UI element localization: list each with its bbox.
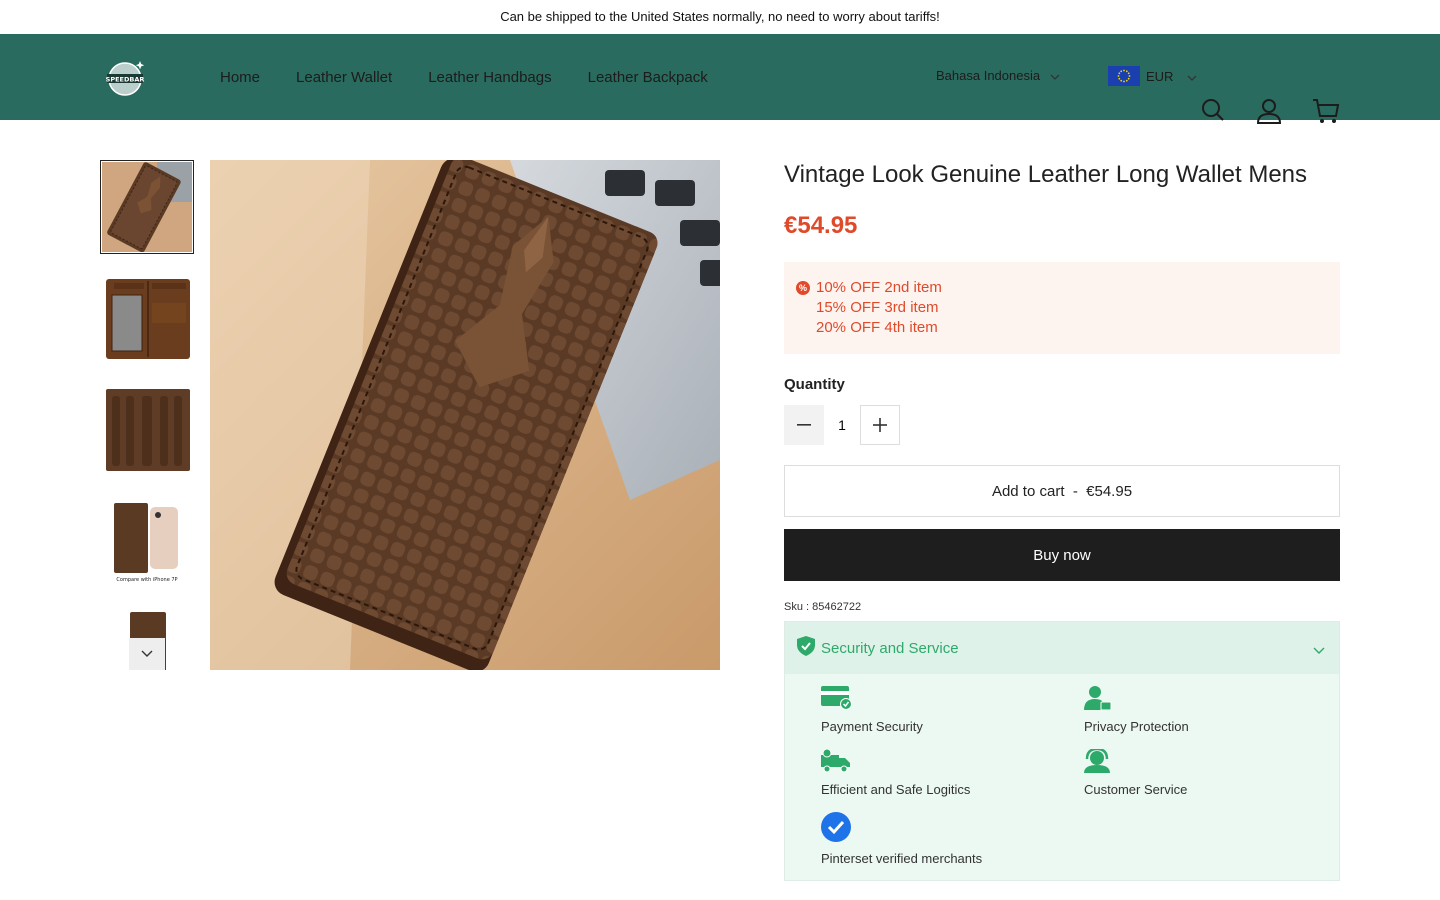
nav-home[interactable]: Home (220, 69, 260, 86)
currency-selector[interactable]: EUR (1108, 66, 1197, 86)
quantity-input[interactable] (824, 417, 860, 433)
quantity-decrease-button[interactable] (784, 405, 824, 445)
chevron-down-icon (141, 645, 153, 663)
feature-label: Payment Security (821, 719, 923, 734)
feature-label: Pinterset verified merchants (821, 851, 983, 866)
nav-leather-handbags[interactable]: Leather Handbags (428, 69, 551, 86)
feature-label: Efficient and Safe Logitics (821, 782, 971, 797)
promotion-line: 15% OFF 3rd item (816, 299, 939, 316)
thumbnail-scroll-down-button[interactable] (129, 638, 165, 670)
nav-leather-backpack[interactable]: Leather Backpack (588, 69, 708, 86)
chevron-down-icon (1313, 642, 1325, 660)
promotion-line: 10% OFF 2nd item (816, 279, 942, 296)
chevron-down-icon (1050, 68, 1060, 83)
thumbnail-caption: Compare with iPhone 7P (116, 577, 177, 583)
security-service-content: Payment Security Privacy Protection Effi… (785, 674, 1339, 880)
announcement-text: Can be shipped to the United States norm… (500, 9, 940, 24)
thumbnail-list: Compare with iPhone 7P (100, 160, 194, 670)
quantity-stepper (784, 405, 1340, 445)
feature-payment-security: Payment Security (821, 686, 923, 734)
user-lock-icon (1084, 686, 1189, 713)
product-info: Vintage Look Genuine Leather Long Wallet… (784, 160, 1340, 881)
language-label: Bahasa Indonesia (936, 68, 1041, 83)
promotion-line: 20% OFF 4th item (816, 319, 938, 336)
feature-customer-service: Customer Service (1084, 747, 1188, 797)
search-icon[interactable] (1201, 98, 1225, 122)
verified-check-icon (821, 812, 982, 845)
eu-flag-icon (1108, 66, 1140, 86)
feature-logistics: Efficient and Safe Logitics (821, 748, 971, 797)
security-service-toggle[interactable]: Security and Service (785, 622, 1339, 674)
main-nav: Home Leather Wallet Leather Handbags Lea… (220, 34, 708, 120)
feature-privacy-protection: Privacy Protection (1084, 686, 1189, 734)
feature-label: Privacy Protection (1084, 719, 1189, 734)
add-to-cart-button[interactable]: Add to cart - €54.95 (784, 465, 1340, 517)
minus-icon (797, 424, 811, 426)
currency-label: EUR (1146, 68, 1174, 84)
delivery-truck-icon (821, 748, 970, 776)
product-title: Vintage Look Genuine Leather Long Wallet… (784, 161, 1308, 188)
thumbnail-3[interactable] (100, 382, 194, 476)
store-logo[interactable]: SPEEDBAR (104, 58, 146, 96)
quantity-label: Quantity (784, 376, 845, 393)
cart-icon[interactable] (1312, 98, 1340, 124)
quantity-increase-button[interactable] (860, 405, 900, 445)
thumbnail-2[interactable] (100, 271, 194, 365)
promotion-box: % 10% OFF 2nd item 15% OFF 3rd item 20% … (784, 262, 1340, 354)
announcement-bar: Can be shipped to the United States norm… (0, 0, 1440, 34)
payment-card-icon (821, 686, 923, 713)
security-service-title: Security and Service (821, 639, 959, 657)
thumbnail-1[interactable] (100, 160, 194, 254)
product-price: €54.95 (784, 212, 858, 239)
discount-badge-icon: % (796, 281, 810, 295)
add-to-cart-label: Add to cart - €54.95 (991, 482, 1133, 500)
feature-label: Customer Service (1084, 782, 1188, 797)
security-service-panel: Security and Service Payment Security Pr… (784, 621, 1340, 881)
plus-icon (873, 418, 887, 432)
product-sku: Sku : 85462722 (784, 601, 862, 613)
nav-leather-wallet[interactable]: Leather Wallet (296, 69, 392, 86)
main-product-image[interactable] (210, 160, 720, 670)
headset-icon (1084, 747, 1187, 776)
language-selector[interactable]: Bahasa Indonesia (936, 68, 1060, 83)
buy-now-button[interactable]: Buy now (784, 529, 1340, 581)
account-icon[interactable] (1256, 98, 1282, 124)
buy-now-label: Buy now (1033, 546, 1091, 564)
thumbnail-4[interactable]: Compare with iPhone 7P (100, 493, 194, 587)
chevron-down-icon (1187, 69, 1197, 84)
shield-check-icon (797, 635, 815, 661)
feature-verified-merchant: Pinterset verified merchants (821, 812, 982, 866)
logo-text: SPEEDBAR (106, 76, 145, 84)
site-header: SPEEDBAR Home Leather Wallet Leather Han… (0, 34, 1440, 124)
